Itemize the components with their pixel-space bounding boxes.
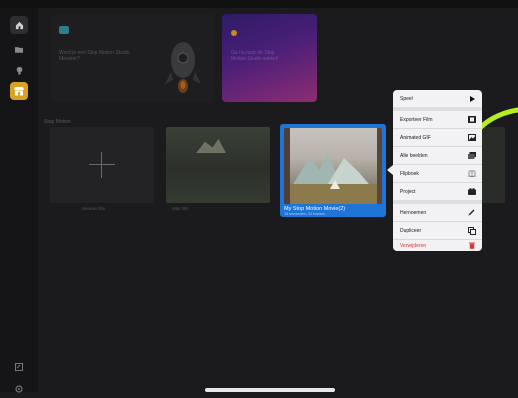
promo-banner-master[interactable]: Word je een Stop Motion Studio Meester? bbox=[51, 14, 214, 102]
settings-button[interactable] bbox=[10, 380, 28, 398]
context-menu: Speel Exporteer Film Animated GIF Alle b… bbox=[393, 90, 482, 251]
menu-item-animated-gif[interactable]: Animated GIF bbox=[393, 129, 482, 146]
stop-motion-app-icon bbox=[59, 26, 69, 34]
home-indicator[interactable] bbox=[205, 388, 335, 392]
rocket-icon bbox=[165, 42, 201, 93]
image-icon bbox=[467, 133, 476, 142]
play-icon bbox=[467, 94, 476, 103]
green-highlight-stroke bbox=[480, 107, 518, 131]
home-icon bbox=[15, 21, 23, 29]
banner-store-text: Ga nu naar de Stop Motion Studio winkel! bbox=[231, 50, 279, 62]
folder-icon bbox=[15, 46, 23, 53]
menu-item-all-images[interactable]: Alle beelden bbox=[393, 147, 482, 164]
menu-item-rename[interactable]: Hernoemen bbox=[393, 204, 482, 221]
duplicate-icon bbox=[467, 226, 476, 235]
movie-tile[interactable] bbox=[166, 127, 270, 203]
movie-thumbnail bbox=[196, 139, 226, 153]
import-button[interactable] bbox=[10, 358, 28, 376]
status-bar bbox=[0, 0, 518, 8]
promo-banner-store[interactable]: Ga nu naar de Stop Motion Studio winkel! bbox=[222, 14, 317, 102]
menu-item-delete[interactable]: Verwijderen bbox=[393, 240, 482, 251]
menu-item-duplicate[interactable]: Dupliceer bbox=[393, 222, 482, 239]
new-movie-tile[interactable] bbox=[50, 127, 154, 203]
new-movie-label: Nieuwe film bbox=[82, 206, 106, 211]
store-badge-icon bbox=[231, 30, 237, 36]
movie-tile-label: Mijn film bbox=[172, 206, 189, 211]
trash-icon bbox=[467, 241, 476, 250]
folder-button[interactable] bbox=[10, 40, 28, 58]
menu-item-project[interactable]: Project bbox=[393, 183, 482, 200]
menu-item-export-movie[interactable]: Exporteer Film bbox=[393, 111, 482, 128]
menu-item-flipbook[interactable]: Flipboek bbox=[393, 165, 482, 182]
import-icon bbox=[15, 363, 23, 371]
project-icon bbox=[467, 187, 476, 196]
banner-master-text: Word je een Stop Motion Studio Meester? bbox=[59, 50, 130, 62]
tips-button[interactable] bbox=[10, 61, 28, 79]
plus-icon bbox=[89, 164, 115, 165]
flipbook-icon bbox=[467, 169, 476, 178]
selected-movie-tile[interactable]: My Stop Motion Movie(2) 15 seconden, 31 … bbox=[280, 124, 386, 217]
section-title: Stop Motion bbox=[44, 119, 71, 125]
selected-movie-subtitle: 15 seconden, 31 frames bbox=[284, 212, 325, 216]
film-icon bbox=[467, 115, 476, 124]
home-button[interactable] bbox=[10, 16, 28, 34]
menu-item-play[interactable]: Speel bbox=[393, 90, 482, 107]
store-icon bbox=[14, 86, 24, 95]
store-button[interactable] bbox=[10, 82, 28, 100]
lightbulb-icon bbox=[16, 66, 22, 74]
pencil-icon bbox=[467, 208, 476, 217]
sidebar bbox=[0, 8, 38, 393]
selected-movie-thumbnail bbox=[284, 128, 382, 204]
images-icon bbox=[467, 151, 476, 160]
